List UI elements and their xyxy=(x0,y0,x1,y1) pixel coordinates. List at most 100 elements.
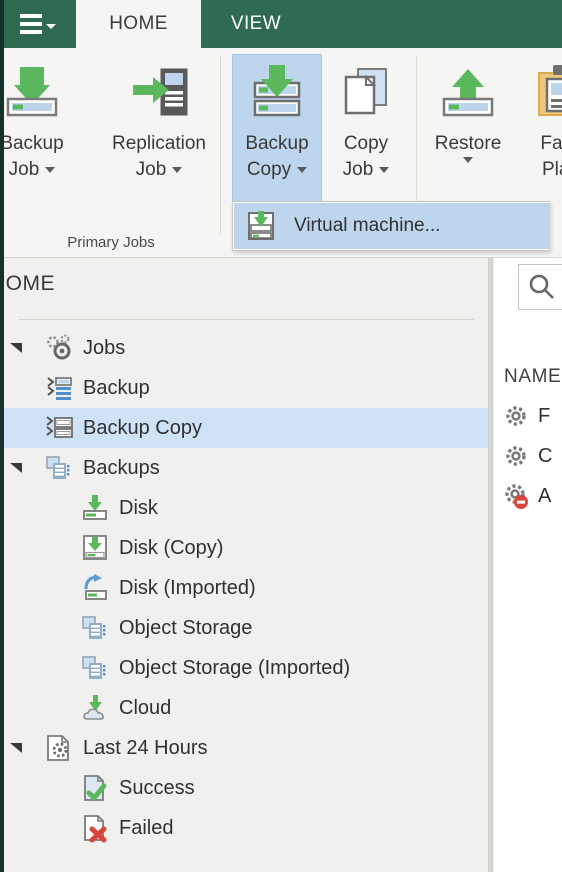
hamburger-menu-icon xyxy=(20,14,42,34)
chevron-down-icon[interactable] xyxy=(379,167,390,173)
copy-job-icon xyxy=(334,63,398,125)
menu-item-virtual-machine-label: Virtual machine... xyxy=(294,215,441,236)
replication-job-label-line2-text: Job xyxy=(135,159,167,180)
tree-item-disk[interactable]: Disk xyxy=(4,488,488,528)
tree-item-failed-label: Failed xyxy=(119,816,174,839)
page-title: HOME xyxy=(0,272,55,295)
tree-item-success[interactable]: Success xyxy=(4,768,488,808)
failed-icon xyxy=(80,813,110,843)
tree-item-disk-copy[interactable]: Disk (Copy) xyxy=(4,528,488,568)
ribbon-tab-bar: HOME VIEW xyxy=(0,0,562,48)
tree-item-jobs-label: Jobs xyxy=(83,336,126,359)
backup-copy-button[interactable]: Backup Copy xyxy=(232,54,322,222)
backup-job-button[interactable]: Backup Job xyxy=(0,54,80,222)
tree-item-disk-label: Disk xyxy=(119,496,158,519)
chevron-down-icon xyxy=(46,23,56,29)
copy-job-button[interactable]: Copy Job xyxy=(324,54,408,222)
backup-job-tree-icon xyxy=(44,373,74,403)
object-storage-icon xyxy=(80,613,110,643)
backup-copy-tree-icon xyxy=(44,413,74,443)
tree-item-backup[interactable]: Backup xyxy=(4,368,488,408)
tree-item-backups-label: Backups xyxy=(83,456,160,479)
replication-job-label-line2: Job xyxy=(136,157,183,183)
navigation-pane: HOME Jobs xyxy=(0,258,488,872)
replication-job-button[interactable]: Replication Job xyxy=(100,54,218,222)
table-row[interactable]: F xyxy=(502,396,550,436)
pane-splitter[interactable] xyxy=(488,258,493,872)
restore-button[interactable]: Restore xyxy=(422,54,514,222)
failover-plan-icon xyxy=(529,63,562,125)
tree-item-backup-label: Backup xyxy=(83,376,150,399)
collapse-triangle-icon[interactable] xyxy=(8,459,26,477)
tree-item-cloud[interactable]: Cloud xyxy=(4,688,488,728)
backup-job-label-line2-text: Job xyxy=(8,159,40,180)
replication-job-icon xyxy=(127,63,191,125)
tree-item-disk-imported[interactable]: Disk (Imported) xyxy=(4,568,488,608)
success-icon xyxy=(80,773,110,803)
column-header-name[interactable]: NAME xyxy=(504,366,561,388)
search-icon xyxy=(527,272,557,302)
table-row-name: C xyxy=(538,444,553,467)
copy-job-label-line1: Copy xyxy=(343,133,389,154)
object-storage-icon xyxy=(80,653,110,683)
window-left-border xyxy=(0,0,4,872)
tree-item-object-storage-imported-label: Object Storage (Imported) xyxy=(119,656,351,679)
tab-home-label: HOME xyxy=(109,13,168,34)
table-row[interactable]: A xyxy=(502,476,551,516)
backup-copy-label-line2: Copy xyxy=(246,157,308,183)
tree-item-last-24-hours-label: Last 24 Hours xyxy=(83,736,208,759)
backups-icon xyxy=(44,453,74,483)
tree-item-backup-copy[interactable]: Backup Copy xyxy=(4,408,488,448)
jobs-gears-icon xyxy=(44,333,74,363)
tree-item-success-label: Success xyxy=(119,776,195,799)
jobs-list-pane: NAME F C A xyxy=(494,258,562,872)
collapse-triangle-icon[interactable] xyxy=(8,339,26,357)
table-row[interactable]: C xyxy=(502,436,552,476)
backup-job-label-line2: Job xyxy=(9,157,56,183)
tab-home[interactable]: HOME xyxy=(76,0,201,48)
table-row-name: F xyxy=(538,404,551,427)
tree-item-cloud-label: Cloud xyxy=(119,696,172,719)
chevron-down-icon[interactable] xyxy=(172,167,183,173)
menu-item-virtual-machine[interactable]: Virtual machine... xyxy=(234,203,550,249)
job-gear-icon xyxy=(502,402,530,430)
divider xyxy=(18,319,474,320)
tree-item-object-storage[interactable]: Object Storage xyxy=(4,608,488,648)
chevron-down-icon[interactable] xyxy=(297,167,308,173)
tree-item-object-storage-label: Object Storage xyxy=(119,616,253,639)
failover-plan-label-line1: Failo xyxy=(540,133,562,154)
failover-plan-button[interactable]: Failo Plan xyxy=(516,54,562,222)
tree-item-backups[interactable]: Backups xyxy=(4,448,488,488)
copy-job-label-line2-text: Job xyxy=(342,159,374,180)
chevron-down-icon[interactable] xyxy=(463,157,473,163)
restore-label-line1: Restore xyxy=(434,133,502,154)
navigation-tree: Jobs Backup Backup Copy Backups Disk Dis… xyxy=(4,328,488,848)
tab-view[interactable]: VIEW xyxy=(201,0,311,48)
restore-label-line2 xyxy=(463,157,473,163)
tree-item-backup-copy-label: Backup Copy xyxy=(83,416,202,439)
failover-plan-label-line2: Plan xyxy=(541,159,562,180)
backup-copy-vm-icon xyxy=(244,209,278,243)
restore-icon xyxy=(436,63,500,125)
search-input[interactable] xyxy=(518,264,562,310)
disk-copy-icon xyxy=(80,533,110,563)
collapse-triangle-icon[interactable] xyxy=(8,739,26,757)
disk-icon xyxy=(80,493,110,523)
tree-item-last-24-hours[interactable]: Last 24 Hours xyxy=(4,728,488,768)
chevron-down-icon[interactable] xyxy=(45,167,56,173)
backup-copy-label-line1: Backup xyxy=(245,133,309,154)
tree-item-failed[interactable]: Failed xyxy=(4,808,488,848)
ribbon-group-primary-jobs-label: Primary Jobs xyxy=(67,234,155,251)
ribbon-group-separator xyxy=(220,56,221,234)
app-menu-button[interactable] xyxy=(4,0,72,48)
replication-job-label-line1: Replication xyxy=(112,133,206,154)
tree-item-disk-copy-label: Disk (Copy) xyxy=(119,536,224,559)
tree-item-disk-imported-label: Disk (Imported) xyxy=(119,576,256,599)
backup-job-icon xyxy=(0,63,64,125)
cloud-icon xyxy=(80,693,110,723)
job-gear-icon xyxy=(502,442,530,470)
tree-item-jobs[interactable]: Jobs xyxy=(4,328,488,368)
tree-item-object-storage-imported[interactable]: Object Storage (Imported) xyxy=(4,648,488,688)
backup-copy-label-line2-text: Copy xyxy=(246,159,292,180)
backup-copy-dropdown-menu: Virtual machine... xyxy=(232,201,550,251)
